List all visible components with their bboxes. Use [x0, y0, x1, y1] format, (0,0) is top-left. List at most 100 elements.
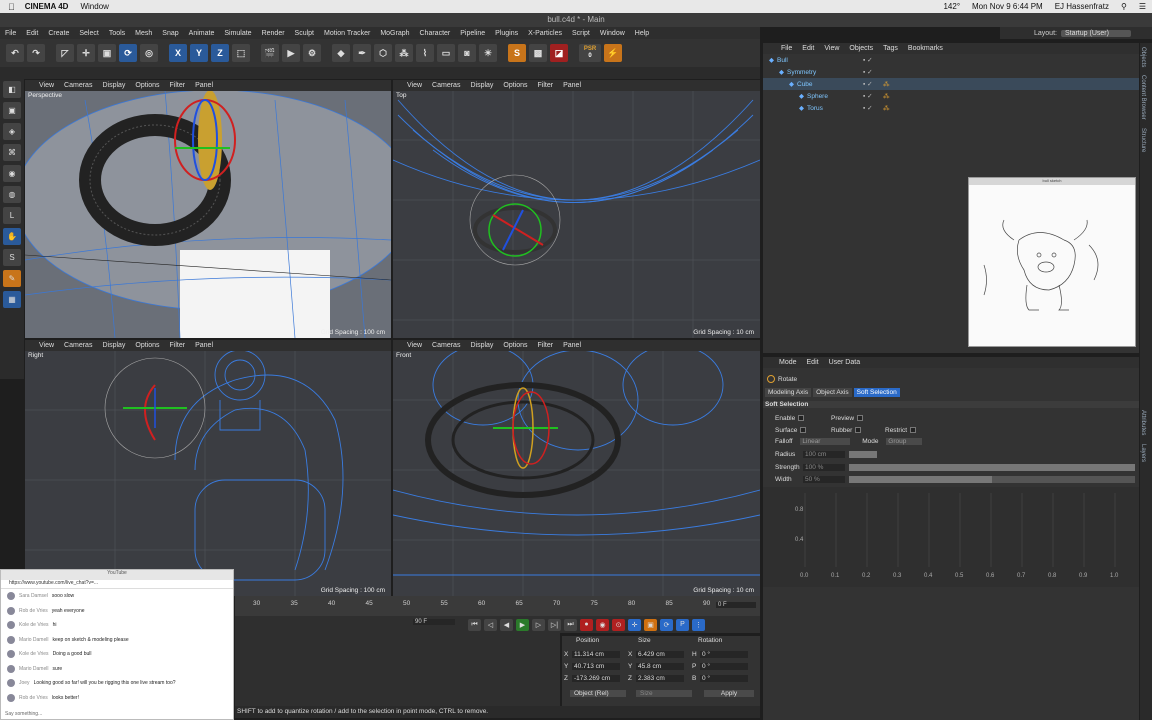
layout-selector[interactable]: Layout: Startup (User) — [1000, 27, 1152, 39]
render-view-icon[interactable]: 🎬 — [261, 44, 279, 62]
right-tab-attributes[interactable]: Attributes — [1140, 406, 1146, 439]
radius-field[interactable]: 100 cm — [803, 451, 845, 458]
viewport-menu-view[interactable]: View — [407, 82, 422, 89]
left-tool-icon-4[interactable]: ◉ — [3, 165, 21, 182]
previous-key-icon[interactable]: ◁ — [484, 618, 497, 631]
object-menu-bookmarks[interactable]: Bookmarks — [908, 45, 943, 52]
object-menu-file[interactable]: File — [781, 45, 792, 52]
left-tool-icon-1[interactable]: ▣ — [3, 102, 21, 119]
object-tag-icon[interactable]: ⁂ — [883, 80, 890, 88]
attribute-menu-mode[interactable]: Mode — [779, 359, 797, 366]
size-mode-dropdown[interactable]: Size — [636, 690, 692, 697]
current-frame-field[interactable]: 0 F — [716, 602, 756, 608]
width-slider[interactable] — [849, 476, 1135, 483]
menu-create[interactable]: Create — [43, 30, 74, 37]
recent-tool-icon[interactable]: ◎ — [140, 44, 158, 62]
left-tool-icon-10[interactable]: ▦ — [3, 291, 21, 308]
menu-mograph[interactable]: MoGraph — [375, 30, 414, 37]
attribute-tab-modeling-axis[interactable]: Modeling Axis — [765, 388, 812, 397]
coord-size-field[interactable]: 2.383 cm — [636, 675, 684, 682]
attribute-tab-object-axis[interactable]: Object Axis — [813, 388, 852, 397]
viewport-menu-filter[interactable]: Filter — [538, 82, 554, 89]
x-axis-lock-button[interactable]: X — [169, 44, 187, 62]
rotation-key-icon[interactable]: ⟳ — [660, 618, 673, 631]
layout-dropdown[interactable]: Startup (User) — [1060, 29, 1131, 37]
visibility-toggle-icon[interactable]: ▪ ✓ — [863, 68, 883, 76]
redo-icon[interactable]: ↷ — [27, 44, 45, 62]
coord-rot-field[interactable]: 0 ° — [700, 663, 748, 670]
record-icon[interactable]: ● — [580, 618, 593, 631]
apple-icon[interactable]:  — [0, 2, 19, 12]
coord-pos-field[interactable]: 11.314 cm — [572, 651, 620, 658]
surface-checkbox[interactable]: Surface — [775, 427, 807, 434]
viewport-menu-options[interactable]: Options — [135, 342, 159, 349]
previous-frame-icon[interactable]: ◀ — [500, 618, 513, 631]
autokey-icon[interactable]: ◉ — [596, 618, 609, 631]
undo-icon[interactable]: ↶ — [6, 44, 24, 62]
move-key-icon[interactable]: ✛ — [628, 618, 641, 631]
perspective-scene[interactable] — [25, 80, 391, 338]
object-name[interactable]: Sphere — [807, 93, 863, 100]
viewport-menu-options[interactable]: Options — [503, 342, 527, 349]
strength-field[interactable]: 100 % — [803, 464, 845, 471]
select-icon[interactable]: ◸ — [56, 44, 74, 62]
z-axis-lock-button[interactable]: Z — [211, 44, 229, 62]
preview-checkbox[interactable]: Preview — [831, 415, 864, 422]
viewport-menu-filter[interactable]: Filter — [170, 82, 186, 89]
deformer-icon[interactable]: ⌇ — [416, 44, 434, 62]
object-menu-objects[interactable]: Objects — [849, 45, 873, 52]
object-name[interactable]: Cube — [797, 81, 863, 88]
width-field[interactable]: 50 % — [803, 476, 845, 483]
viewport-menu-display[interactable]: Display — [102, 342, 125, 349]
y-axis-lock-button[interactable]: Y — [190, 44, 208, 62]
psr-indicator[interactable]: PSR 0 — [579, 44, 601, 62]
app-menu[interactable]: CINEMA 4D — [19, 2, 75, 11]
go-to-end-icon[interactable]: ⏭ — [564, 618, 577, 631]
end-frame-field[interactable]: 90 F — [413, 619, 455, 625]
surface-check-icon[interactable] — [800, 427, 807, 434]
right-tab-objects[interactable]: Objects — [1140, 43, 1146, 71]
menu-list-icon[interactable]: ☰ — [1133, 2, 1152, 11]
right-scene[interactable] — [25, 340, 391, 596]
user-name[interactable]: EJ Hassenfratz — [1049, 2, 1115, 11]
light-icon[interactable]: ☀ — [479, 44, 497, 62]
right-tab-structure[interactable]: Structure — [1140, 124, 1146, 156]
menu-snap[interactable]: Snap — [157, 30, 183, 37]
object-menu-tags[interactable]: Tags — [883, 45, 898, 52]
menu-render[interactable]: Render — [257, 30, 290, 37]
chat-url[interactable]: https://www.youtube.com/live_chat?v=... — [1, 580, 233, 589]
keyframe-selection-icon[interactable]: ⊙ — [612, 618, 625, 631]
visibility-toggle-icon[interactable]: ▪ ✓ — [863, 80, 883, 88]
enable-checkbox[interactable]: Enable — [775, 415, 805, 422]
viewport-menu-panel[interactable]: Panel — [195, 82, 213, 89]
menu-animate[interactable]: Animate — [184, 30, 220, 37]
viewport-front[interactable]: View Cameras Display Options Filter Panel Fro… — [393, 340, 760, 596]
mode-dropdown[interactable]: Group — [886, 438, 923, 445]
scale-key-icon[interactable]: ▣ — [644, 618, 657, 631]
object-name[interactable]: Bull — [777, 57, 863, 64]
viewport-menu-options[interactable]: Options — [135, 82, 159, 89]
coord-pos-field[interactable]: 40.713 cm — [572, 663, 620, 670]
apply-button[interactable]: Apply — [704, 690, 754, 697]
go-to-start-icon[interactable]: ⏮ — [468, 618, 481, 631]
object-row[interactable]: ◆ Sphere ▪ ✓ ⁂ — [763, 90, 1139, 102]
cube-dark-icon[interactable]: ▩ — [529, 44, 547, 62]
object-name[interactable]: Symmetry — [787, 69, 863, 76]
render-settings-icon[interactable]: ⚙ — [303, 44, 321, 62]
restrict-check-icon[interactable] — [910, 427, 917, 434]
left-tool-icon-9[interactable]: ✎ — [3, 270, 21, 287]
menu-plugins[interactable]: Plugins — [490, 30, 523, 37]
scale-icon[interactable]: ▣ — [98, 44, 116, 62]
menu-sculpt[interactable]: Sculpt — [290, 30, 319, 37]
object-name[interactable]: Torus — [807, 105, 863, 112]
timeline[interactable]: 30 35 40 45 50 55 60 65 70 75 80 85 90 0 F — [235, 596, 760, 616]
menu-simulate[interactable]: Simulate — [219, 30, 256, 37]
viewport-menu-panel[interactable]: Panel — [195, 342, 213, 349]
object-menu-view[interactable]: View — [824, 45, 839, 52]
left-tool-icon-5[interactable]: ◍ — [3, 186, 21, 203]
next-frame-icon[interactable]: ▷ — [532, 618, 545, 631]
falloff-graph-canvas[interactable]: 0.0 0.1 0.2 0.3 0.4 0.5 0.6 0.7 0.8 0.9 1.0 0.8 0.4 — [763, 487, 1139, 587]
left-tool-icon-6[interactable]: L — [3, 207, 21, 224]
object-menu-edit[interactable]: Edit — [802, 45, 814, 52]
menu-window[interactable]: Window — [595, 30, 630, 37]
